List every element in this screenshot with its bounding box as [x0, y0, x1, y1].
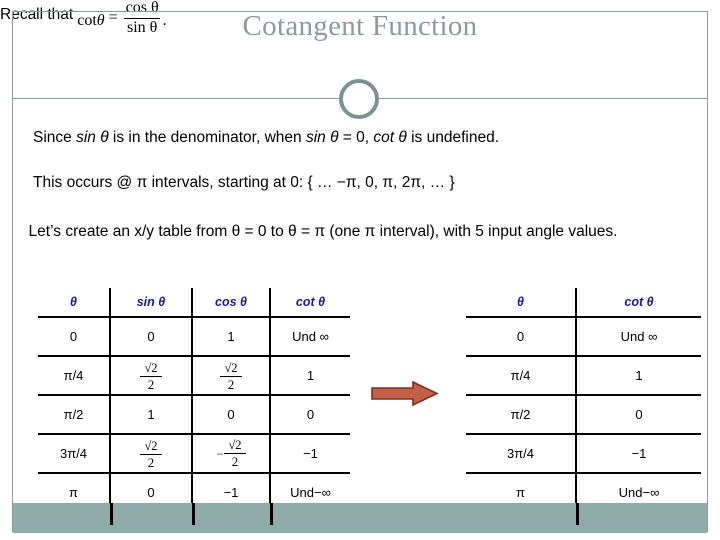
since-part4: is undefined. [406, 129, 500, 146]
since-em2: sin θ [305, 129, 339, 146]
cell-cos: 0 [192, 395, 271, 435]
slide-canvas: Cotangent Function Recall that cot θ = c… [0, 0, 720, 540]
cotangent-summary-table: θ cot θ 0 Und ∞ π/4 1 π/2 0 3π/4 −1 π Und−∞ [466, 288, 701, 511]
since-em1: sin θ [76, 129, 109, 146]
cell-theta: 0 [466, 317, 577, 357]
table-row: π/2 0 [466, 395, 701, 435]
cell-cot: 0 [270, 395, 350, 435]
cell-theta: π/2 [466, 395, 577, 435]
cell-cos: 1 [192, 317, 271, 357]
column-header-sin: sin θ [110, 288, 193, 318]
cell-cot: Und ∞ [270, 317, 350, 357]
table-row: π/2 1 0 0 [38, 395, 350, 435]
fraction-numerator: √2 [144, 438, 158, 453]
right-arrow-icon [371, 380, 439, 407]
table-divider-stub [110, 503, 113, 525]
sqrt-fraction: √2 2 [140, 438, 162, 470]
cell-cot: −1 [270, 434, 350, 474]
table-row: 3π/4 −1 [466, 434, 701, 474]
footer-bar [13, 503, 707, 533]
table-row: π/4 1 [466, 356, 701, 396]
circle-ring-icon [339, 79, 379, 119]
table-divider-stub [192, 503, 195, 525]
table-header-row: θ cot θ [466, 288, 701, 318]
table-row: π/4 √2 2 √2 2 1 [38, 356, 350, 396]
fraction-numerator: √2 [224, 360, 238, 375]
table-divider-stub [270, 503, 273, 525]
table-header-row: θ sin θ cos θ cot θ [38, 288, 350, 318]
cell-cot: 0 [576, 395, 701, 435]
fraction-numerator: √2 [228, 437, 242, 452]
cell-sin: √2 2 [110, 434, 193, 474]
sentence-lets-create: Let’s create an x/y table from θ = 0 to … [28, 223, 618, 240]
fraction-denominator: 2 [140, 375, 162, 392]
cell-sin: 0 [110, 317, 193, 357]
page-title: Cotangent Function [242, 10, 478, 42]
sentence-occurs: This occurs @ π intervals, starting at 0… [33, 174, 455, 191]
sentence-since: Since sin θ is in the denominator, when … [33, 129, 499, 147]
cell-theta: 0 [38, 317, 111, 357]
sqrt-fraction: √2 2 [220, 360, 242, 392]
since-part3: = 0, [338, 129, 374, 146]
fraction-denominator: 2 [140, 453, 162, 470]
fraction-denominator: 2 [220, 375, 242, 392]
sqrt-fraction: √2 2 [140, 360, 162, 392]
cell-theta: 3π/4 [38, 434, 111, 474]
since-part1: Since [33, 129, 77, 146]
table-row: 0 Und ∞ [466, 317, 701, 357]
column-header-cot: cot θ [270, 288, 350, 318]
column-header-theta: θ [466, 288, 577, 318]
column-header-cot: cot θ [576, 288, 701, 318]
cell-theta: 3π/4 [466, 434, 577, 474]
table-row: 3π/4 √2 2− √2 2 −1 [38, 434, 350, 474]
cell-cot: −1 [576, 434, 701, 474]
cell-cot: 1 [576, 356, 701, 396]
trig-values-table: θ sin θ cos θ cot θ 0 0 1 Und ∞ π/4 √2 2 √2 2 1 π/… [38, 288, 350, 511]
table-divider-stub [576, 503, 579, 525]
cell-sin: 1 [110, 395, 193, 435]
fraction-denominator: 2 [224, 452, 246, 469]
since-part2: is in the denominator, when [108, 129, 306, 146]
cell-theta: π/4 [466, 356, 577, 396]
minus-sign: − [216, 447, 224, 462]
cell-cot: 1 [270, 356, 350, 396]
fraction-numerator: √2 [144, 360, 158, 375]
cell-sin: √2 2 [110, 356, 193, 396]
cell-theta: π/2 [38, 395, 111, 435]
column-header-theta: θ [38, 288, 111, 318]
since-em3: cot θ [373, 129, 407, 146]
cell-theta: π/4 [38, 356, 111, 396]
column-header-cos: cos θ [192, 288, 271, 318]
cell-cot: Und ∞ [576, 317, 701, 357]
sqrt-fraction: √2 2 [224, 437, 246, 469]
cell-cos: √2 2 [192, 356, 271, 396]
cell-cos: − √2 2 [192, 434, 271, 474]
table-row: 0 0 1 Und ∞ [38, 317, 350, 357]
